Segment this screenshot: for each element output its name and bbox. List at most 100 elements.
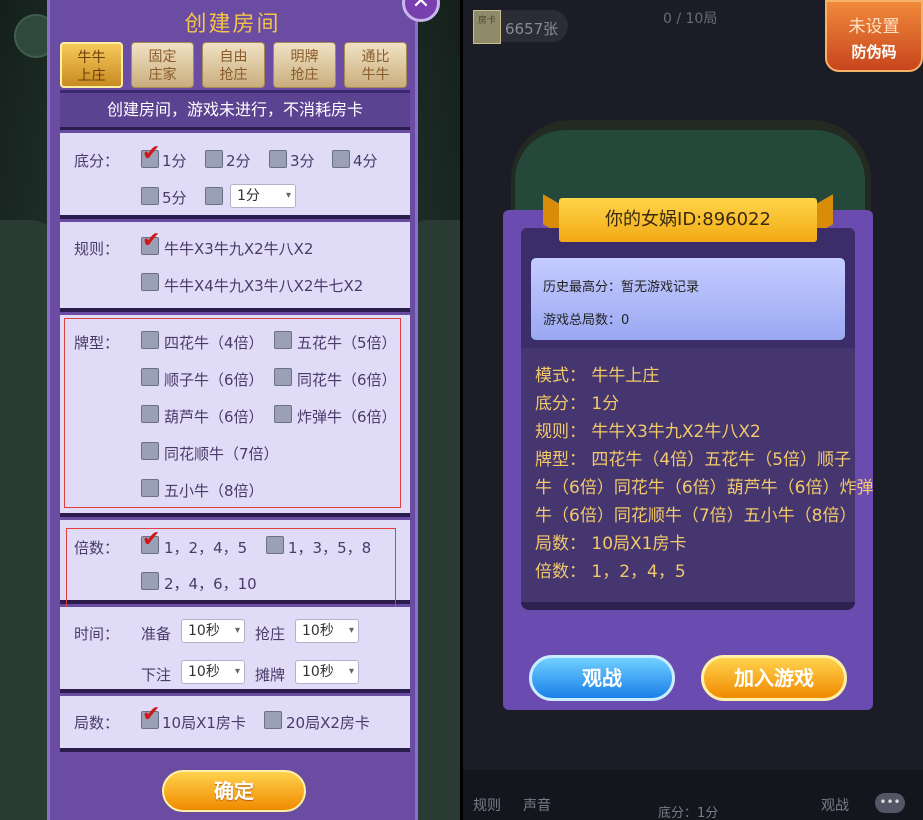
show-time-select[interactable]: 10秒	[295, 660, 359, 684]
dialog-title: 创建房间	[184, 12, 281, 37]
multiplier-1-checkbox[interactable]	[141, 527, 160, 554]
info-types: 牛（6倍）同花牛（6倍）葫芦牛（6倍）炸弹	[535, 478, 874, 498]
grab-time-select[interactable]: 10秒	[295, 619, 359, 643]
tab-niuniu-banker[interactable]: 牛牛 上庄	[60, 42, 123, 88]
option-label: 1，2，4，5	[164, 539, 248, 557]
option-label: 5分	[162, 189, 187, 207]
card-type-checkbox[interactable]	[141, 331, 159, 349]
info-banner: 创建房间，游戏未进行，不消耗房卡	[60, 90, 410, 130]
grab-label: 抢庄	[255, 625, 286, 643]
option-label: 2，4，6，10	[164, 575, 257, 593]
tab-fixed-banker[interactable]: 固定 庄家	[131, 42, 194, 88]
option-label: 20局X2房卡	[286, 714, 370, 732]
multiplier-3-checkbox[interactable]	[141, 572, 159, 590]
tab-compare-all[interactable]: 通比 牛牛	[344, 42, 407, 88]
info-types: 牌型： 四花牛（4倍）五花牛（5倍）顺子	[535, 450, 852, 470]
room-card-count: 6657张	[505, 20, 559, 38]
create-room-screen: 创建房间 ✕ 牛牛 上庄 固定 庄家 自由 抢庄 明牌 抢庄 通比 牛牛 创建房…	[0, 0, 460, 820]
badge-label: 防伪码	[851, 43, 897, 61]
card-type-checkbox[interactable]	[141, 442, 159, 460]
rules-label: 规则：	[74, 240, 120, 258]
option-label: 3分	[290, 152, 315, 170]
option-label: 葫芦牛（6倍）	[164, 408, 264, 426]
rule-2-checkbox[interactable]	[141, 273, 159, 291]
info-base: 底分： 1分	[535, 394, 620, 414]
info-mode: 模式： 牛牛上庄	[535, 366, 660, 386]
tab-label: 牛牛 上庄	[77, 50, 106, 84]
rounds-20-checkbox[interactable]	[264, 711, 282, 729]
watch-button[interactable]: 观战	[529, 655, 675, 701]
card-type-checkbox[interactable]	[274, 331, 292, 349]
option-label: 1，3，5，8	[288, 539, 372, 557]
card-type-checkbox[interactable]	[141, 405, 159, 423]
base-score-5-checkbox[interactable]	[141, 187, 159, 205]
bottom-base-score: 底分：1分	[658, 806, 719, 820]
base-score-3-checkbox[interactable]	[269, 150, 287, 168]
chat-icon[interactable]: •••	[875, 793, 905, 813]
base-score-2-checkbox[interactable]	[205, 150, 223, 168]
room-join-screen: 房卡 6657张 0 / 10局 未设置 防伪码 规则 声音 底分：1分 观战 …	[463, 0, 923, 820]
option-label: 同花顺牛（7倍）	[164, 445, 279, 463]
bet-time-select[interactable]: 10秒	[181, 660, 245, 684]
card-type-checkbox[interactable]	[141, 368, 159, 386]
create-room-dialog: 创建房间 ✕ 牛牛 上庄 固定 庄家 自由 抢庄 明牌 抢庄 通比 牛牛 创建房…	[47, 0, 440, 820]
tab-open-grab[interactable]: 明牌 抢庄	[273, 42, 336, 88]
rounds-10-checkbox[interactable]	[141, 702, 160, 729]
option-label: 1分	[162, 152, 187, 170]
tab-free-grab[interactable]: 自由 抢庄	[202, 42, 265, 88]
info-types: 牛（6倍）同花顺牛（7倍）五小牛（8倍）	[535, 506, 857, 526]
option-label: 牛牛X3牛九X2牛八X2	[164, 240, 314, 258]
watch-link[interactable]: 观战	[821, 795, 849, 815]
option-label: 顺子牛（6倍）	[164, 371, 264, 389]
option-label: 炸弹牛（6倍）	[297, 408, 397, 426]
badge-status: 未设置	[848, 17, 900, 37]
base-score-custom-checkbox[interactable]	[205, 187, 223, 205]
card-type-checkbox[interactable]	[141, 479, 159, 497]
info-rule: 规则： 牛牛X3牛九X2牛八X2	[535, 422, 761, 442]
tab-label: 固定 庄家	[148, 49, 177, 83]
option-label: 牛牛X4牛九X3牛八X2牛七X2	[164, 277, 364, 295]
rule-1-checkbox[interactable]	[141, 228, 160, 255]
base-score-1-checkbox[interactable]	[141, 141, 160, 168]
anti-fake-badge[interactable]: 未设置 防伪码	[825, 0, 923, 72]
multiplier-label: 倍数：	[74, 539, 120, 557]
ready-time-select[interactable]: 10秒	[181, 619, 245, 643]
base-score-4-checkbox[interactable]	[332, 150, 350, 168]
multiplier-2-checkbox[interactable]	[266, 536, 284, 554]
info-rounds: 局数： 10局X1房卡	[535, 534, 687, 554]
room-info-panel: 模式： 牛牛上庄 底分： 1分 规则： 牛牛X3牛九X2牛八X2 牌型： 四花牛…	[521, 348, 873, 610]
high-score: 历史最高分：暂无游戏记录	[543, 280, 700, 295]
info-multiplier: 倍数： 1，2，4，5	[535, 562, 686, 582]
sound-link[interactable]: 声音	[523, 795, 551, 815]
card-type-checkbox[interactable]	[274, 405, 292, 423]
option-label: 2分	[226, 152, 251, 170]
time-label: 时间：	[74, 625, 120, 643]
option-label: 五花牛（5倍）	[297, 334, 397, 352]
rules-link[interactable]: 规则	[473, 795, 501, 815]
option-label: 同花牛（6倍）	[297, 371, 397, 389]
round-progress: 0 / 10局	[663, 11, 718, 27]
tab-label: 明牌 抢庄	[290, 49, 319, 83]
player-id-ribbon: 你的女娲ID:896022	[559, 198, 817, 242]
rounds-label: 局数：	[74, 714, 120, 732]
join-game-button[interactable]: 加入游戏	[701, 655, 847, 701]
option-label: 4分	[353, 152, 378, 170]
show-label: 摊牌	[255, 666, 286, 684]
total-games: 游戏总局数：0	[543, 313, 630, 328]
bet-label: 下注	[141, 666, 172, 684]
player-stats: 历史最高分：暂无游戏记录 游戏总局数：0	[531, 258, 845, 340]
tab-label: 通比 牛牛	[361, 49, 390, 83]
ready-label: 准备	[141, 625, 172, 643]
base-score-select[interactable]: 1分	[230, 184, 296, 208]
room-card-icon: 房卡	[473, 10, 501, 44]
option-label: 五小牛（8倍）	[164, 482, 264, 500]
rules-section	[60, 222, 410, 312]
base-score-label: 底分：	[74, 152, 120, 170]
option-label: 四花牛（4倍）	[164, 334, 264, 352]
card-types-label: 牌型：	[74, 334, 120, 352]
card-type-checkbox[interactable]	[274, 368, 292, 386]
mode-tabs: 牛牛 上庄 固定 庄家 自由 抢庄 明牌 抢庄 通比 牛牛	[60, 42, 410, 88]
option-label: 10局X1房卡	[162, 714, 246, 732]
tab-label: 自由 抢庄	[219, 49, 248, 83]
confirm-button[interactable]: 确定	[162, 770, 306, 812]
